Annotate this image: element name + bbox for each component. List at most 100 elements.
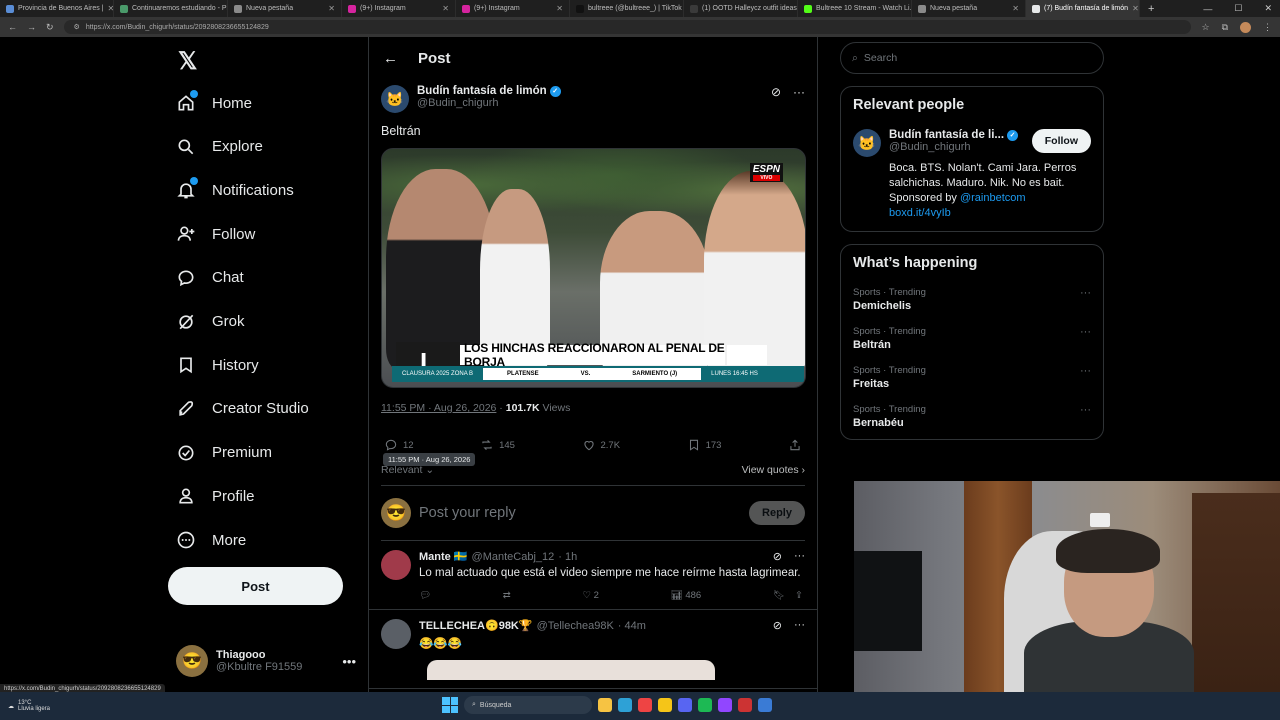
new-tab-button[interactable]: + [1148, 3, 1154, 15]
bookmark-icon[interactable]: 🔖︎ [773, 590, 785, 601]
nav-item-label[interactable]: Chat [212, 269, 244, 286]
more-dots-icon[interactable]: ··· [1080, 404, 1091, 429]
person-name-text[interactable]: Budín fantasía de li... [889, 129, 1004, 141]
tab-title[interactable]: Continuaremos estudiando - Plan [132, 5, 227, 12]
nav-item-label[interactable]: Premium [212, 444, 272, 461]
address-bar[interactable]: ⚙ https://x.com/Budin_chigurh/status/209… [63, 20, 1192, 34]
tab-title[interactable]: Provincia de Buenos Aires | [18, 5, 103, 12]
person-avatar[interactable]: 🐱 [853, 129, 881, 157]
view-quotes-label[interactable]: View quotes [742, 464, 799, 476]
author-name[interactable]: Budín fantasía de limón ✓ [417, 85, 561, 97]
tab-title[interactable]: (9+) Instagram [474, 5, 520, 12]
reply-time[interactable]: · 44m [618, 620, 646, 632]
nav-item-profile[interactable]: Profile [176, 481, 255, 511]
trend-item[interactable]: Sports · Trending Demichelis ··· [853, 287, 1091, 312]
reply-time[interactable]: · 1h [558, 551, 577, 563]
relevant-person[interactable]: 🐱 Budín fantasía de li... ✓ @Budin_chigu… [853, 129, 1091, 157]
reply-action[interactable]: 12 [384, 438, 414, 452]
reply-media[interactable] [427, 660, 715, 680]
post-button[interactable]: Post [168, 567, 343, 605]
tab-title[interactable]: (1) OOTD Halleycz outfit ideas [702, 5, 797, 12]
views-action[interactable]: 📊︎ 486 [671, 590, 702, 601]
person-name[interactable]: Budín fantasía de li... ✓ [889, 129, 1019, 141]
nav-item-more[interactable]: More [176, 525, 246, 555]
more-dots-icon[interactable]: ··· [1080, 287, 1091, 312]
author-avatar[interactable]: 🐱 [381, 85, 409, 113]
tab-title[interactable]: (9+) Instagram [360, 5, 406, 12]
maximize-icon[interactable]: ☐ [1234, 3, 1242, 14]
author-handle[interactable]: @Budin_chigurh [417, 97, 561, 109]
reply-input[interactable]: Post your reply [419, 505, 516, 521]
close-tab-icon[interactable]: ✕ [556, 4, 563, 13]
trend-item[interactable]: Sports · Trending Beltrán ··· [853, 326, 1091, 351]
browser-tab[interactable]: Provincia de Buenos Aires | ✕ [0, 0, 114, 17]
discord-icon[interactable] [678, 698, 692, 712]
browser-tab[interactable]: Nueva pestaña ✕ [228, 0, 342, 17]
search-placeholder[interactable]: Search [864, 52, 897, 64]
more-dots-icon[interactable]: ··· [794, 550, 805, 563]
more-dots-icon[interactable]: ··· [1080, 326, 1091, 351]
nav-item-creator-studio[interactable]: Creator Studio [176, 394, 309, 424]
share-action[interactable] [788, 438, 802, 452]
trend-name[interactable]: Demichelis [853, 300, 926, 312]
close-tab-icon[interactable]: ✕ [328, 4, 335, 13]
reload-icon[interactable]: ↻ [46, 22, 54, 33]
browser-tab[interactable]: (7) Budín fantasía de limón ✕ [1026, 0, 1140, 17]
browser-tab[interactable]: bultreee (@bultreee_) | TikTok✕ [570, 0, 684, 17]
reply-button[interactable]: Reply [749, 501, 805, 525]
url-text[interactable]: https://x.com/Budin_chigurh/status/20928… [86, 24, 269, 31]
grok-icon[interactable]: ⊘ [773, 550, 782, 563]
nav-item-history[interactable]: History [176, 350, 259, 380]
weather-widget[interactable]: ☁ 13°C Lluvia ligera [0, 700, 50, 712]
trend-name[interactable]: Freitas [853, 378, 926, 390]
edge-icon[interactable] [618, 698, 632, 712]
minimize-icon[interactable]: — [1203, 4, 1212, 14]
site-info-icon[interactable]: ⚙ [74, 23, 80, 31]
account-switcher[interactable]: 😎 Thiagooo @Kbultre F91559 ••• [176, 645, 356, 677]
extensions-icon[interactable]: ⧉ [1222, 22, 1228, 33]
grok-icon[interactable]: ⊘ [771, 85, 781, 99]
search-input[interactable]: ⌕ Search [840, 42, 1104, 74]
nav-item-label[interactable]: Notifications [212, 182, 294, 199]
browser-tab[interactable]: (9+) Instagram ✕ [342, 0, 456, 17]
view-quotes-link[interactable]: View quotes › [742, 464, 805, 476]
reply-avatar[interactable] [381, 550, 411, 580]
x-logo-icon[interactable]: 𝕏 [178, 47, 197, 76]
reply-icon[interactable]: 💬︎ [419, 590, 431, 601]
browser-tab[interactable]: Nueva pestaña ✕ [912, 0, 1026, 17]
bio-link[interactable]: boxd.it/4vyIb [889, 207, 951, 219]
grok-icon[interactable]: ⊘ [773, 619, 782, 632]
star-icon[interactable]: ☆ [1201, 22, 1209, 33]
browser-tab[interactable]: Bultreee 10 Stream - Watch Li...✕ [798, 0, 912, 17]
nav-item-label[interactable]: Explore [212, 138, 263, 155]
browser-tab[interactable]: (9+) Instagram ✕ [456, 0, 570, 17]
nav-item-home[interactable]: Home [176, 88, 252, 118]
person-handle[interactable]: @Budin_chigurh [889, 141, 1018, 153]
sponsor-link[interactable]: @rainbetcom [960, 192, 1026, 204]
close-tab-icon[interactable]: ✕ [442, 4, 449, 13]
close-tab-icon[interactable]: ✕ [1132, 4, 1139, 13]
forward-icon[interactable]: → [27, 22, 36, 32]
tab-title[interactable]: Bultreee 10 Stream - Watch Li... [816, 5, 911, 12]
tweet-video[interactable]: ESPN VIVO L LOS HINCHAS REACCIONARON AL P… [381, 148, 806, 388]
browser-tab[interactable]: (1) OOTD Halleycz outfit ideas✕ [684, 0, 798, 17]
nav-item-explore[interactable]: Explore [176, 132, 263, 162]
reply-author[interactable]: TELLECHEA🙃98K🏆 [419, 619, 533, 632]
twitch-icon[interactable] [718, 698, 732, 712]
share-icon[interactable]: ⇪ [795, 590, 803, 601]
spotify-icon[interactable] [698, 698, 712, 712]
nav-item-premium[interactable]: Premium [176, 438, 272, 468]
close-window-icon[interactable]: ✕ [1264, 3, 1272, 14]
nav-item-label[interactable]: Follow [212, 226, 255, 243]
back-icon[interactable]: ← [8, 22, 17, 32]
windows-start-icon[interactable] [442, 697, 458, 713]
reply-tweet[interactable]: Mante 🇸🇪 @ManteCabj_12 · 1h ⊘ ··· Lo mal … [369, 541, 817, 610]
repost-icon[interactable]: ⇄ [503, 590, 511, 601]
like-action[interactable]: ♡ 2 [582, 590, 598, 601]
nav-item-label[interactable]: Home [212, 95, 252, 112]
browser-tab[interactable]: Continuaremos estudiando - Plan✕ [114, 0, 228, 17]
nav-item-chat[interactable]: Chat [176, 263, 244, 293]
nav-item-label[interactable]: Grok [212, 313, 245, 330]
trend-name[interactable]: Beltrán [853, 339, 926, 351]
author-name-text[interactable]: Budín fantasía de limón [417, 85, 547, 97]
